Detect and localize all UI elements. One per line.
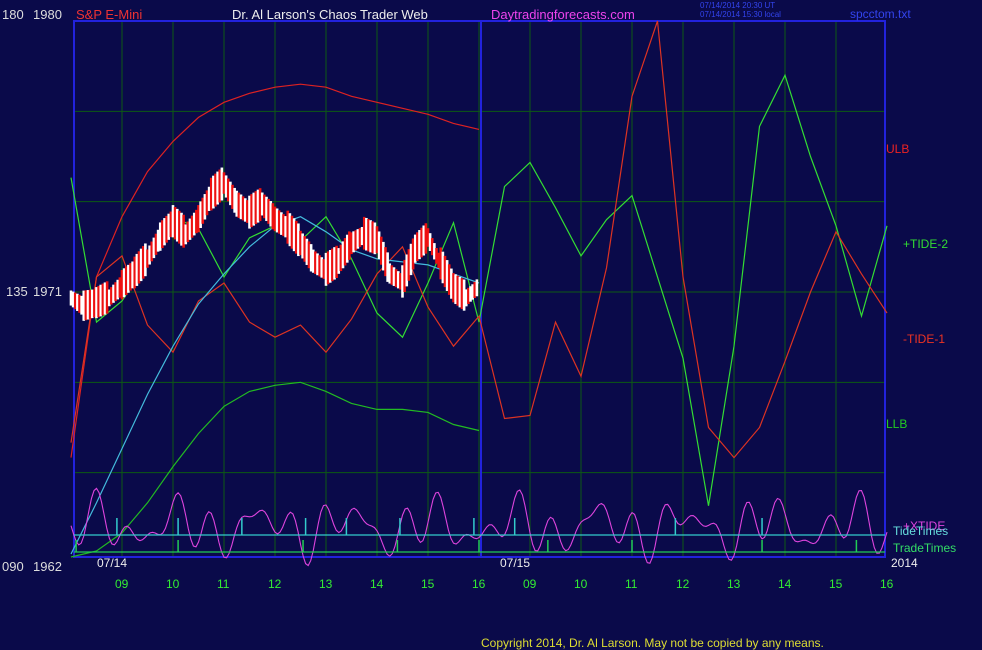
legend-tradetimes: TradeTimes — [893, 541, 957, 555]
day-label-0715: 07/15 — [500, 556, 531, 570]
x-tick-label: 13 — [319, 577, 333, 591]
x-tick-label: 16 — [472, 577, 486, 591]
price-bar — [475, 279, 479, 297]
x-tick-label: 15 — [421, 577, 435, 591]
x-tick-label: 09 — [115, 577, 129, 591]
legend-llb: LLB — [886, 417, 908, 431]
x-tick-label: 13 — [727, 577, 741, 591]
data-file-label: spcctom.txt — [850, 7, 911, 21]
x-tick-label: 14 — [370, 577, 384, 591]
x-tick-label: 16 — [880, 577, 894, 591]
y-bottom-angle-label: 090 — [2, 559, 24, 574]
y-top-price-label: 1980 — [33, 7, 62, 22]
timestamp-ut: 07/14/2014 20:30 UT — [700, 1, 776, 10]
x-tick-label: 10 — [574, 577, 588, 591]
y-top-angle-label: 180 — [2, 7, 24, 22]
site-title: Dr. Al Larson's Chaos Trader Web — [232, 7, 428, 22]
x-tick-label: 11 — [217, 577, 230, 591]
chaos-chart — [69, 20, 888, 567]
year-label: 2014 — [891, 556, 918, 570]
x-tick-label: 12 — [676, 577, 690, 591]
x-tick-label: 10 — [166, 577, 180, 591]
legend-tide1: -TIDE-1 — [903, 332, 945, 346]
x-tick-label: 12 — [268, 577, 282, 591]
x-tick-label: 14 — [778, 577, 792, 591]
x-tick-label: 11 — [625, 577, 638, 591]
y-bottom-price-label: 1962 — [33, 559, 62, 574]
copyright-notice: Copyright 2014, Dr. Al Larson. May not b… — [481, 636, 824, 650]
x-tick-label: 15 — [829, 577, 843, 591]
x-tick-label: 09 — [523, 577, 537, 591]
chart-grid — [74, 21, 885, 557]
y-mid-price-label: 1971 — [33, 284, 62, 299]
day-label-0714: 07/14 — [97, 556, 128, 570]
instrument-label: S&P E-Mini — [76, 7, 143, 22]
price-bars — [69, 167, 479, 321]
legend-tide2: +TIDE-2 — [903, 237, 949, 251]
site-link[interactable]: Daytradingforecasts.com — [491, 8, 635, 21]
timestamp-local: 07/14/2014 15:30 local — [700, 10, 781, 19]
legend-tidetimes: TideTimes — [893, 524, 949, 538]
y-mid-angle-label: 135 — [6, 284, 28, 299]
legend-ulb: ULB — [886, 142, 910, 156]
